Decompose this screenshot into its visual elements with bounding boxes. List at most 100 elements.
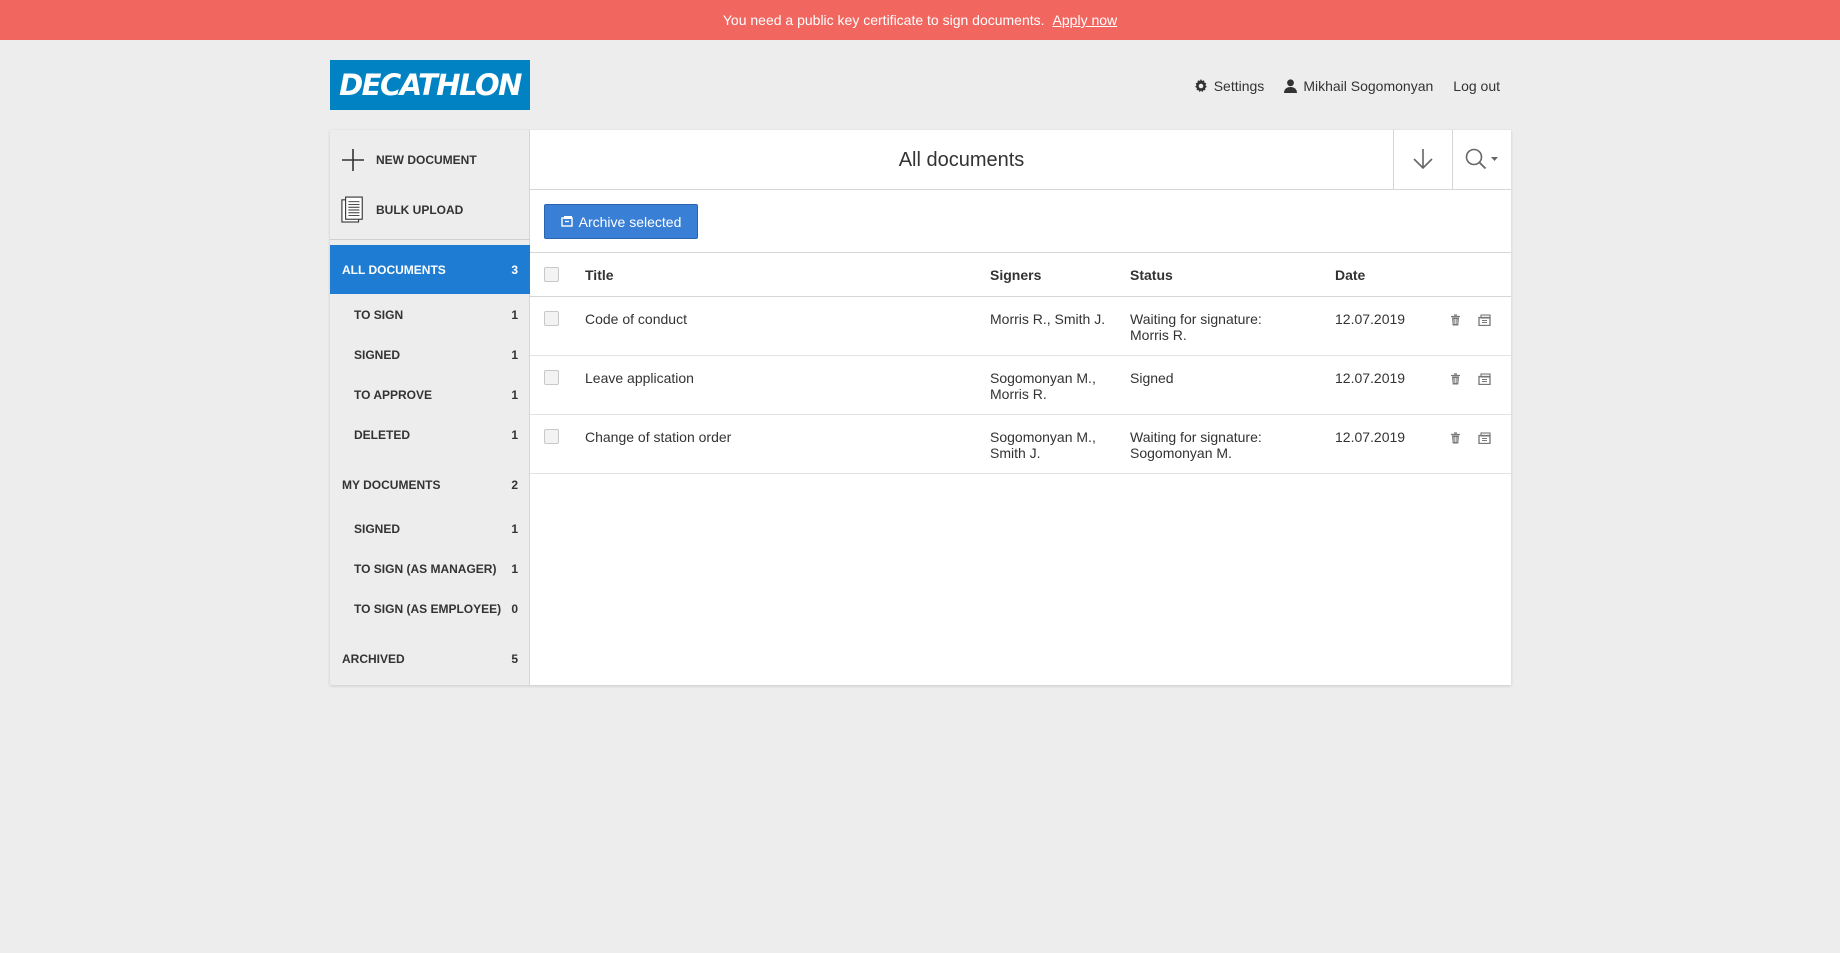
sidebar-item-signed[interactable]: SIGNED 1: [330, 339, 530, 371]
column-header-signers[interactable]: Signers: [990, 267, 1120, 283]
table-row[interactable]: Leave application Sogomonyan M., Morris …: [530, 356, 1511, 415]
sidebar-item-label: DELETED: [354, 428, 411, 442]
sidebar-item-all-documents[interactable]: ALL DOCUMENTS 3: [330, 245, 530, 294]
sidebar-item-count: 0: [511, 602, 518, 616]
archive-icon: [560, 214, 573, 230]
signers-line: Smith J.: [990, 445, 1041, 461]
document-status: Signed: [1130, 370, 1320, 386]
settings-label: Settings: [1213, 78, 1265, 94]
new-document-label: NEW DOCUMENT: [376, 153, 477, 167]
document-date: 12.07.2019: [1335, 429, 1406, 445]
main-header: All documents: [530, 130, 1511, 190]
table-row[interactable]: Code of conduct Morris R., Smith J. Wait…: [530, 297, 1511, 356]
sidebar-item-to-approve[interactable]: TO APPROVE 1: [330, 379, 530, 411]
signers-line: Sogomonyan M.,: [990, 429, 1096, 445]
sidebar-item-label: SIGNED: [354, 348, 401, 362]
sidebar-item-my-documents[interactable]: MY DOCUMENTS 2: [330, 465, 530, 505]
bulk-upload-button[interactable]: BULK UPLOAD: [330, 190, 530, 230]
status-line: Waiting for signature:: [1130, 311, 1262, 327]
sidebar-item-count: 1: [511, 308, 518, 322]
column-header-date[interactable]: Date: [1335, 267, 1365, 283]
sidebar: NEW DOCUMENT BULK UPLOAD ALL DOCUMENTS 3…: [330, 130, 530, 685]
sidebar-item-archived[interactable]: ARCHIVED 5: [330, 639, 530, 679]
plus-icon: [341, 145, 365, 175]
table-row[interactable]: Change of station order Sogomonyan M., S…: [530, 415, 1511, 474]
trash-icon[interactable]: [1450, 313, 1461, 329]
document-date: 12.07.2019: [1335, 311, 1406, 327]
gear-icon: [1194, 79, 1208, 93]
top-navigation: Settings Mikhail Sogomonyan Log out: [1194, 75, 1500, 97]
banner-message: You need a public key certificate to sig…: [722, 12, 1045, 28]
column-header-title[interactable]: Title: [585, 267, 975, 283]
settings-link[interactable]: Settings: [1194, 78, 1265, 94]
decathlon-logo[interactable]: DECATHLON: [330, 60, 530, 110]
sidebar-item-count: 5: [511, 652, 518, 666]
user-icon: [1284, 79, 1298, 93]
sidebar-item-count: 1: [511, 348, 518, 362]
sort-button[interactable]: [1393, 130, 1452, 190]
archive-icon[interactable]: [1478, 431, 1491, 447]
document-title[interactable]: Change of station order: [585, 429, 975, 445]
sidebar-item-label: ARCHIVED: [342, 652, 405, 666]
toolbar: Archive selected: [530, 190, 1511, 253]
trash-icon[interactable]: [1450, 372, 1461, 388]
page-title: All documents: [898, 148, 1025, 171]
archive-selected-label: Archive selected: [578, 213, 682, 230]
document-title[interactable]: Leave application: [585, 370, 975, 386]
sidebar-item-label: TO SIGN (AS EMPLOYEE): [354, 602, 502, 616]
select-all-checkbox[interactable]: [544, 267, 559, 282]
document-status: Waiting for signature: Sogomonyan M.: [1130, 429, 1320, 461]
document-status: Waiting for signature: Morris R.: [1130, 311, 1320, 343]
row-checkbox[interactable]: [544, 429, 559, 444]
sidebar-divider: [330, 239, 530, 240]
document-date: 12.07.2019: [1335, 370, 1406, 386]
signers-line: Morris R., Smith J.: [990, 311, 1106, 327]
column-header-status[interactable]: Status: [1130, 267, 1320, 283]
bulk-upload-label: BULK UPLOAD: [376, 203, 464, 217]
documents-table: Title Signers Status Date Code of conduc…: [530, 253, 1511, 474]
apply-now-link[interactable]: Apply now: [1053, 12, 1118, 28]
archive-icon[interactable]: [1478, 313, 1491, 329]
main-content: All documents Archive selected Title Sig…: [530, 130, 1511, 685]
archive-selected-button[interactable]: Archive selected: [544, 204, 698, 239]
archive-icon[interactable]: [1478, 372, 1491, 388]
sidebar-item-label: TO APPROVE: [354, 388, 433, 402]
document-signers: Sogomonyan M., Smith J.: [990, 429, 1120, 461]
sidebar-item-deleted[interactable]: DELETED 1: [330, 419, 530, 451]
table-header-row: Title Signers Status Date: [530, 253, 1511, 297]
status-line: Waiting for signature:: [1130, 429, 1262, 445]
sidebar-item-count: 1: [511, 522, 518, 536]
logout-link[interactable]: Log out: [1453, 78, 1500, 94]
status-line: Signed: [1130, 370, 1174, 386]
trash-icon[interactable]: [1450, 431, 1461, 447]
logout-label: Log out: [1453, 78, 1500, 94]
signers-line: Morris R.: [990, 386, 1047, 402]
sidebar-item-to-sign[interactable]: TO SIGN 1: [330, 299, 530, 331]
sidebar-item-label: MY DOCUMENTS: [342, 478, 441, 492]
search-icon: [1464, 147, 1500, 174]
document-title[interactable]: Code of conduct: [585, 311, 975, 327]
sidebar-item-to-sign-as-employee[interactable]: TO SIGN (AS EMPLOYEE) 0: [330, 593, 530, 625]
sidebar-item-my-signed[interactable]: SIGNED 1: [330, 513, 530, 545]
signers-line: Sogomonyan M.,: [990, 370, 1096, 386]
user-profile-link[interactable]: Mikhail Sogomonyan: [1284, 78, 1433, 94]
sidebar-item-count: 1: [511, 388, 518, 402]
arrow-down-icon: [1411, 147, 1435, 174]
sidebar-item-to-sign-as-manager[interactable]: TO SIGN (AS MANAGER) 1: [330, 553, 530, 585]
sidebar-item-label: SIGNED: [354, 522, 401, 536]
certificate-banner: You need a public key certificate to sig…: [0, 0, 1840, 40]
sidebar-item-count: 2: [511, 478, 518, 492]
row-checkbox[interactable]: [544, 311, 559, 326]
new-document-button[interactable]: NEW DOCUMENT: [330, 140, 530, 180]
sidebar-item-count: 1: [511, 428, 518, 442]
sidebar-item-count: 1: [511, 562, 518, 576]
status-line: Sogomonyan M.: [1130, 445, 1232, 461]
search-button[interactable]: [1452, 130, 1511, 190]
user-name: Mikhail Sogomonyan: [1303, 78, 1434, 94]
documents-panel: NEW DOCUMENT BULK UPLOAD ALL DOCUMENTS 3…: [330, 130, 1511, 685]
sidebar-item-label: TO SIGN: [354, 308, 404, 322]
sidebar-item-label: ALL DOCUMENTS: [342, 262, 446, 277]
documents-stack-icon: [341, 195, 365, 225]
sidebar-item-label: TO SIGN (AS MANAGER): [354, 562, 497, 576]
row-checkbox[interactable]: [544, 370, 559, 385]
